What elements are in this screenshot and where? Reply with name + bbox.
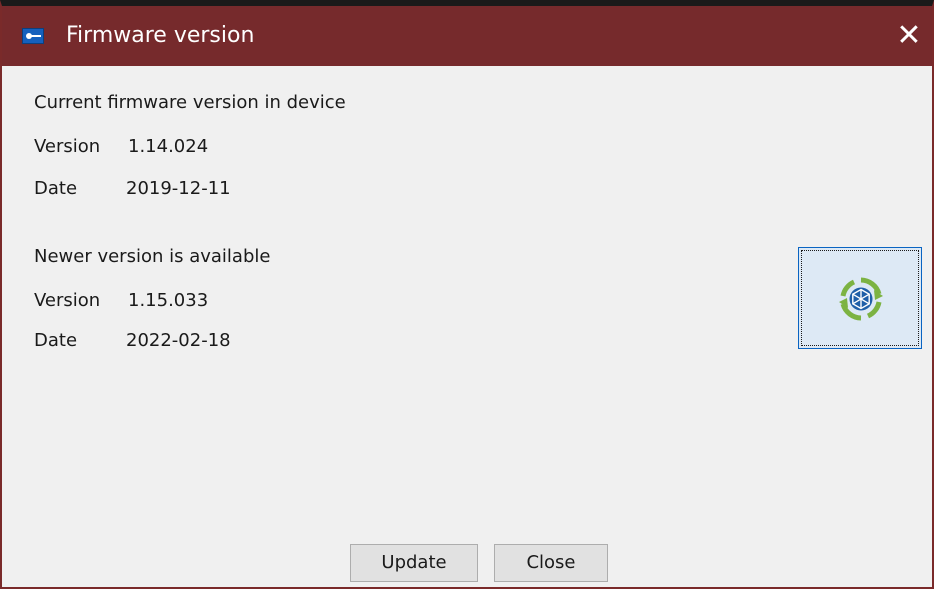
- current-version-label: Version: [34, 136, 101, 157]
- newer-version-value: 1.15.033: [128, 290, 209, 311]
- current-date-value: 2019-12-11: [126, 178, 231, 199]
- current-date-label: Date: [34, 178, 78, 199]
- current-firmware-heading: Current firmware version in device: [34, 92, 346, 113]
- close-icon[interactable]: ✕: [886, 6, 932, 66]
- titlebar[interactable]: Firmware version ✕: [2, 6, 932, 66]
- firmware-update-icon: [839, 277, 883, 321]
- newer-date-label: Date: [34, 330, 78, 351]
- current-version-value: 1.14.024: [128, 136, 209, 157]
- newer-firmware-heading: Newer version is available: [34, 246, 271, 267]
- update-button[interactable]: Update: [350, 544, 478, 582]
- firmware-update-icon-button[interactable]: [798, 247, 922, 349]
- newer-version-label: Version: [34, 290, 101, 311]
- firmware-version-dialog: Firmware version ✕ Current firmware vers…: [0, 0, 934, 589]
- close-button[interactable]: Close: [494, 544, 608, 582]
- dialog-content: Current firmware version in device Versi…: [2, 66, 932, 587]
- app-key-icon: [22, 28, 44, 44]
- window-title: Firmware version: [66, 23, 255, 48]
- newer-date-value: 2022-02-18: [126, 330, 231, 351]
